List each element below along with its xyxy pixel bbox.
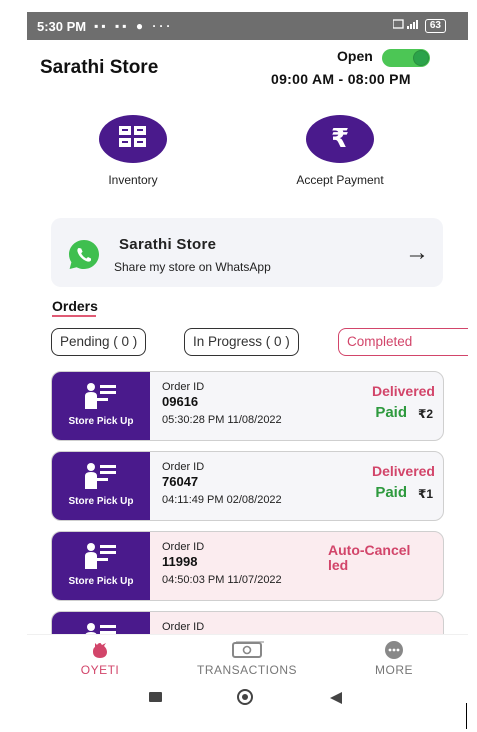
text-cursor [466, 703, 467, 729]
order-id: 76047 [162, 474, 199, 489]
order-id: 11998 [162, 554, 198, 569]
order-card[interactable]: Store Pick Up Order ID 11998 04:50:03 PM… [51, 531, 444, 601]
tab-in-progress[interactable]: In Progress ( 0 ) [184, 328, 299, 356]
order-id-label: Order ID [162, 621, 205, 633]
order-id: 09616 [162, 394, 199, 409]
order-status: Auto-Cancel led [328, 542, 411, 573]
orders-underline [52, 315, 96, 317]
toggle-knob [413, 50, 429, 66]
inventory-button[interactable] [99, 115, 167, 163]
order-type-panel: Store Pick Up [52, 532, 150, 600]
phone-screen: 5:30 PM ▪▪ ▪▪ ● ··· 63 Sarathi Store Ope… [27, 12, 468, 712]
system-nav-bar [27, 684, 468, 712]
store-pickup-icon [82, 382, 120, 415]
inventory-label: Inventory [108, 173, 158, 187]
order-id-label: Order ID [162, 541, 205, 553]
order-type-label: Store Pick Up [68, 416, 134, 427]
notification-icons: ▪▪ ▪▪ ● ··· [94, 19, 174, 33]
payment-status: Paid [375, 404, 407, 421]
order-status: Delivered [371, 383, 435, 399]
inventory-icon [118, 125, 148, 154]
home-icon[interactable] [237, 689, 253, 705]
tab-completed[interactable]: Completed [338, 328, 468, 356]
order-id-label: Order ID [162, 381, 205, 393]
back-icon[interactable] [329, 691, 343, 709]
nav-transactions-label: TRANSACTIONS [196, 663, 297, 677]
open-label: Open [337, 48, 373, 64]
store-pickup-icon [82, 462, 120, 495]
order-type-panel: Store Pick Up [52, 372, 150, 440]
order-amount: ₹2 [417, 407, 433, 421]
arrow-right-icon: → [405, 239, 429, 266]
more-icon [384, 640, 404, 663]
order-datetime: 04:11:49 PM 02/08/2022 [162, 494, 282, 506]
oyeti-icon [90, 640, 110, 663]
accept-payment-label: Accept Payment [296, 173, 384, 187]
order-type-label: Store Pick Up [68, 576, 134, 587]
order-id-label: Order ID [162, 461, 205, 473]
order-card[interactable]: Store Pick Up Order ID 76047 04:11:49 PM… [51, 451, 444, 521]
rupee-icon: ₹ [330, 124, 350, 154]
order-datetime: 05:30:28 PM 11/08/2022 [162, 414, 282, 426]
status-bar: 5:30 PM ▪▪ ▪▪ ● ··· 63 [27, 12, 468, 40]
order-card[interactable]: Store Pick Up Order ID 09616 05:30:28 PM… [51, 371, 444, 441]
whatsapp-icon [67, 238, 99, 270]
bottom-navigation: OYETI TRANSACTIONS MORE [27, 634, 468, 685]
order-datetime: 04:50:03 PM 11/07/2022 [162, 574, 282, 586]
tab-pending[interactable]: Pending ( 0 ) [51, 328, 147, 356]
order-type-panel: Store Pick Up [52, 452, 150, 520]
nav-oyeti-label: OYETI [80, 663, 120, 677]
store-title: Sarathi Store [40, 57, 159, 78]
store-pickup-icon [82, 542, 120, 575]
whatsapp-card-title: Sarathi Store [119, 236, 217, 253]
cash-icon [232, 641, 264, 662]
signal-icon [392, 18, 419, 33]
order-type-label: Store Pick Up [68, 496, 134, 507]
status-time: 5:30 PM [37, 18, 87, 34]
accept-payment-button[interactable]: ₹ [306, 115, 374, 163]
nav-more-label: MORE [375, 663, 413, 677]
order-status: Delivered [371, 463, 435, 479]
orders-heading: Orders [52, 298, 98, 314]
open-toggle[interactable] [382, 49, 430, 67]
order-amount: ₹1 [417, 487, 433, 501]
whatsapp-card-subtitle: Share my store on WhatsApp [114, 260, 271, 274]
whatsapp-share-card[interactable]: Sarathi Store Share my store on WhatsApp… [51, 218, 443, 287]
battery-icon: 63 [424, 18, 446, 33]
store-hours: 09:00 AM - 08:00 PM [271, 71, 411, 87]
recents-icon[interactable] [149, 692, 162, 702]
payment-status: Paid [375, 484, 407, 501]
